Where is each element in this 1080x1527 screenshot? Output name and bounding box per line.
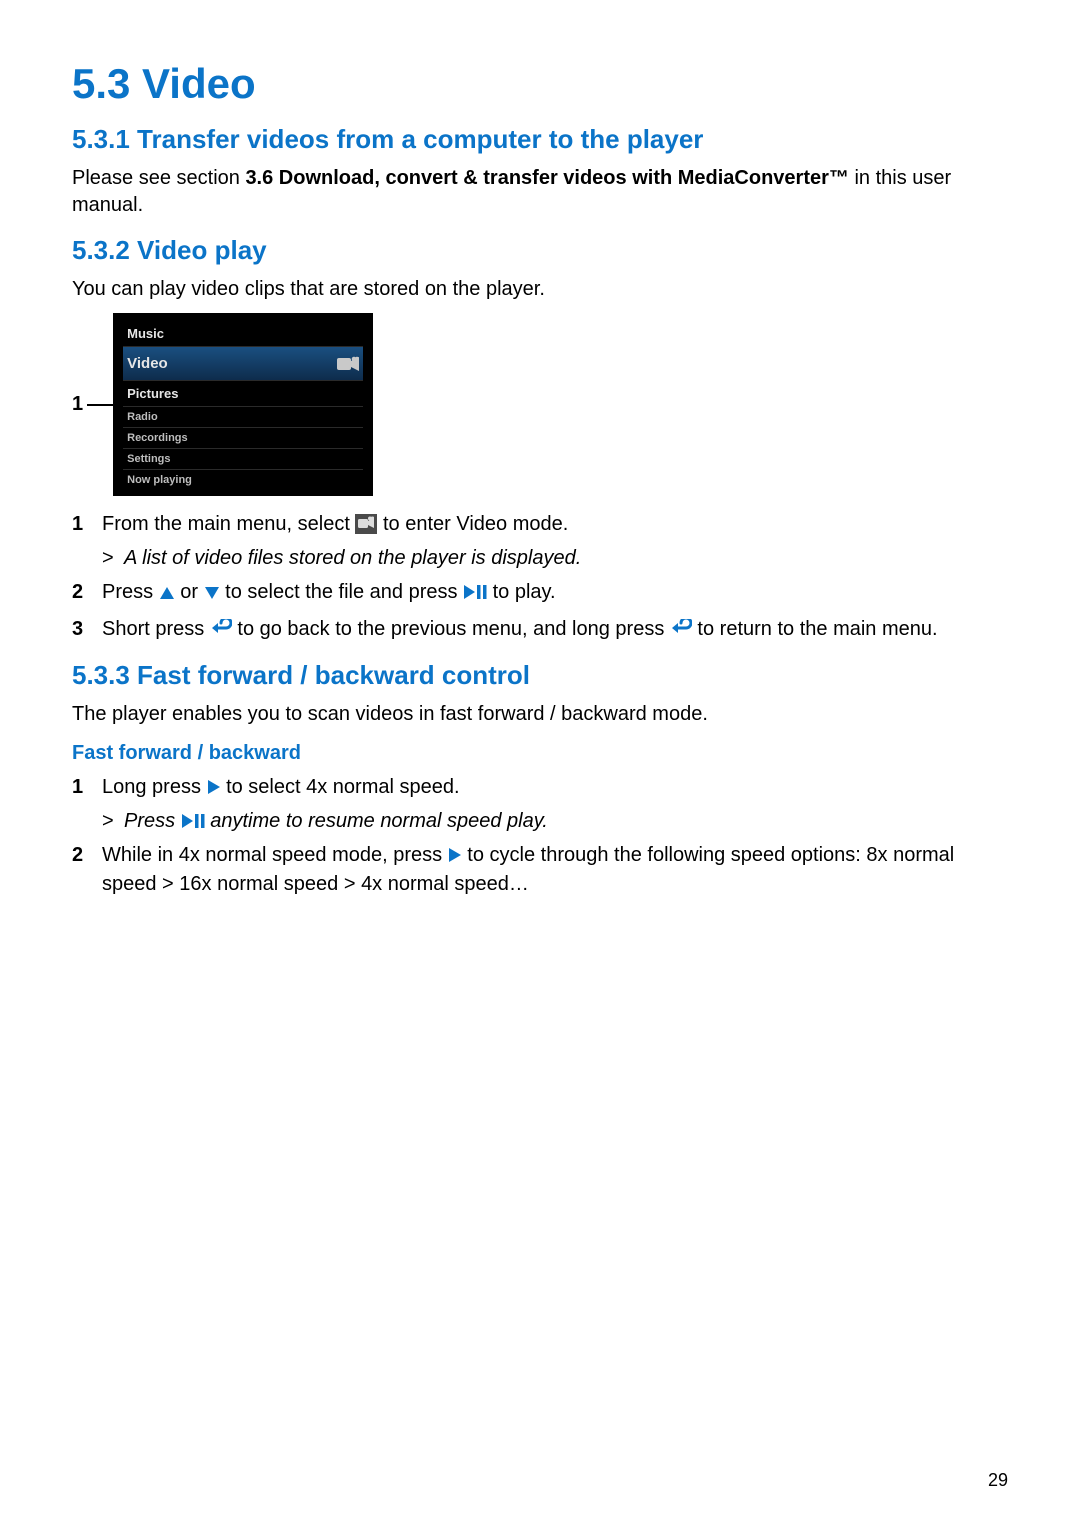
device-menu-screenshot: Music Video Pictures Radio Recordings Se…	[113, 313, 373, 496]
camcorder-icon	[337, 356, 359, 372]
text: to return to the main menu.	[692, 618, 938, 640]
result-marker: >	[102, 547, 124, 570]
callout-leader-line	[87, 404, 113, 406]
step-text: Short press to go back to the previous m…	[102, 615, 1008, 644]
text: From the main menu, select	[102, 513, 355, 535]
numbered-step: 3Short press to go back to the previous …	[72, 615, 1008, 644]
step-text: Press or to select the file and press to…	[102, 578, 1008, 607]
menu-item-music: Music	[123, 321, 363, 346]
menu-item-pictures: Pictures	[123, 380, 363, 406]
step-number: 1	[72, 773, 102, 802]
numbered-step: 1Long press to select 4x normal speed.	[72, 773, 1008, 802]
text: to select 4x normal speed.	[221, 776, 460, 798]
text: to select the file and press	[220, 581, 463, 603]
step-result-note: >Press anytime to resume normal speed pl…	[102, 810, 1008, 833]
ff-intro-paragraph: The player enables you to scan videos in…	[72, 701, 1008, 728]
text: Long press	[102, 776, 207, 798]
back-arrow-icon	[670, 619, 692, 637]
menu-item-video-selected: Video	[123, 346, 363, 380]
video-icon	[355, 514, 377, 534]
play-icon	[448, 847, 462, 863]
result-marker: >	[102, 810, 124, 833]
text: Press	[102, 581, 159, 603]
step-text: Long press to select 4x normal speed.	[102, 773, 1008, 802]
numbered-step: 1From the main menu, select to enter Vid…	[72, 510, 1008, 539]
menu-item-now-playing: Now playing	[123, 469, 363, 490]
text-bold: 3.6 Download, convert & transfer videos …	[245, 167, 848, 189]
result-text: Press anytime to resume normal speed pla…	[124, 810, 1008, 833]
heading-5-3-3: 5.3.3 Fast forward / backward control	[72, 660, 1008, 691]
play-pause-icon	[463, 584, 487, 600]
numbered-step: 2Press or to select the file and press t…	[72, 578, 1008, 607]
step-number: 2	[72, 578, 102, 607]
menu-item-radio: Radio	[123, 406, 363, 427]
down-triangle-icon	[204, 586, 220, 600]
video-play-steps: 1From the main menu, select to enter Vid…	[72, 510, 1008, 644]
result-text: A list of video files stored on the play…	[124, 547, 1008, 570]
heading-5-3: 5.3 Video	[72, 60, 1008, 108]
step-number: 1	[72, 510, 102, 539]
text: or	[175, 581, 204, 603]
step-result-note: >A list of video files stored on the pla…	[102, 547, 1008, 570]
heading-5-3-1: 5.3.1 Transfer videos from a computer to…	[72, 124, 1008, 155]
step-text: While in 4x normal speed mode, press to …	[102, 841, 1008, 899]
up-triangle-icon	[159, 586, 175, 600]
play-intro-paragraph: You can play video clips that are stored…	[72, 276, 1008, 303]
text: Short press	[102, 618, 210, 640]
text: to enter Video mode.	[377, 513, 568, 535]
text: anytime to resume normal speed play.	[205, 810, 548, 832]
numbered-step: 2While in 4x normal speed mode, press to…	[72, 841, 1008, 899]
screenshot-figure: 1 Music Video Pictures Radio Recordings …	[72, 313, 1008, 496]
step-number: 2	[72, 841, 102, 899]
transfer-paragraph: Please see section 3.6 Download, convert…	[72, 165, 1008, 219]
ff-steps: 1Long press to select 4x normal speed. >P…	[72, 773, 1008, 899]
step-number: 3	[72, 615, 102, 644]
document-page: 5.3 Video 5.3.1 Transfer videos from a c…	[0, 0, 1080, 1527]
menu-item-settings: Settings	[123, 448, 363, 469]
text: Please see section	[72, 167, 245, 189]
play-pause-icon	[181, 813, 205, 829]
menu-item-recordings: Recordings	[123, 427, 363, 448]
text: While in 4x normal speed mode, press	[102, 844, 448, 866]
heading-ff-sub: Fast forward / backward	[72, 742, 1008, 765]
text: Press	[124, 810, 181, 832]
back-arrow-icon	[210, 619, 232, 637]
text: to go back to the previous menu, and lon…	[232, 618, 670, 640]
text: to play.	[487, 581, 556, 603]
heading-5-3-2: 5.3.2 Video play	[72, 235, 1008, 266]
play-icon	[207, 779, 221, 795]
page-number: 29	[988, 1470, 1008, 1491]
callout-number: 1	[72, 393, 83, 416]
step-text: From the main menu, select to enter Vide…	[102, 510, 1008, 539]
